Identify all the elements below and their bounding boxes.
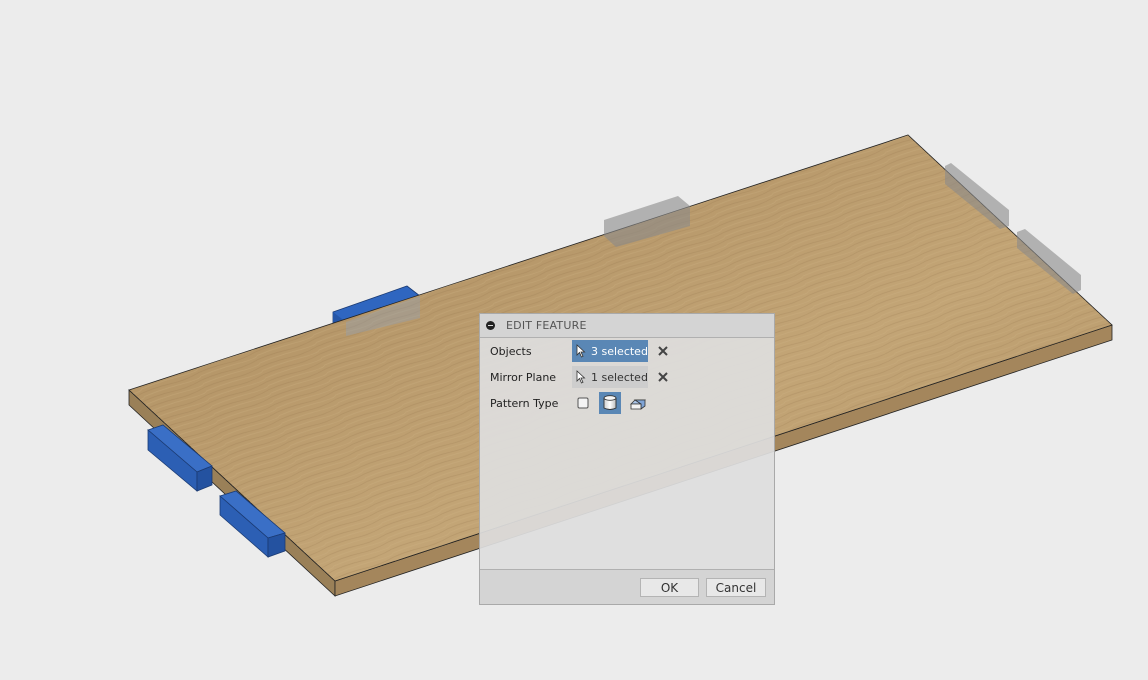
pattern-type-row: Pattern Type [480,392,774,414]
body-cylinder-icon [603,395,617,410]
close-icon [658,372,668,382]
face-checkbox-icon [577,397,589,409]
clear-mirror-plane-button[interactable] [656,370,670,384]
edit-feature-dialog: EDIT FEATURE Objects 3 selected Mirror P… [479,313,775,605]
pattern-type-label: Pattern Type [490,396,559,410]
mirror-plane-label: Mirror Plane [490,370,557,384]
collapse-icon[interactable] [486,321,495,330]
cursor-arrow-icon [576,370,586,384]
pattern-type-faces-option[interactable] [572,392,594,414]
mirror-plane-selection-value: 1 selected [591,370,648,384]
pattern-type-bodies-option[interactable] [599,392,621,414]
objects-row: Objects 3 selected [480,340,774,362]
cursor-arrow-icon [576,344,586,358]
objects-selection-button[interactable]: 3 selected [572,340,648,362]
mirror-plane-row: Mirror Plane 1 selected [480,366,774,388]
clear-objects-button[interactable] [656,344,670,358]
dialog-title: EDIT FEATURE [506,319,587,332]
pattern-type-features-option[interactable] [627,392,649,414]
mirror-plane-selection-button[interactable]: 1 selected [572,366,648,388]
feature-box-icon [630,399,646,410]
close-icon [658,346,668,356]
objects-label: Objects [490,344,532,358]
dialog-header[interactable]: EDIT FEATURE [480,314,774,338]
ok-button[interactable]: OK [640,578,699,597]
dialog-footer: OK Cancel [480,569,774,604]
cancel-button[interactable]: Cancel [706,578,766,597]
objects-selection-value: 3 selected [591,344,648,358]
